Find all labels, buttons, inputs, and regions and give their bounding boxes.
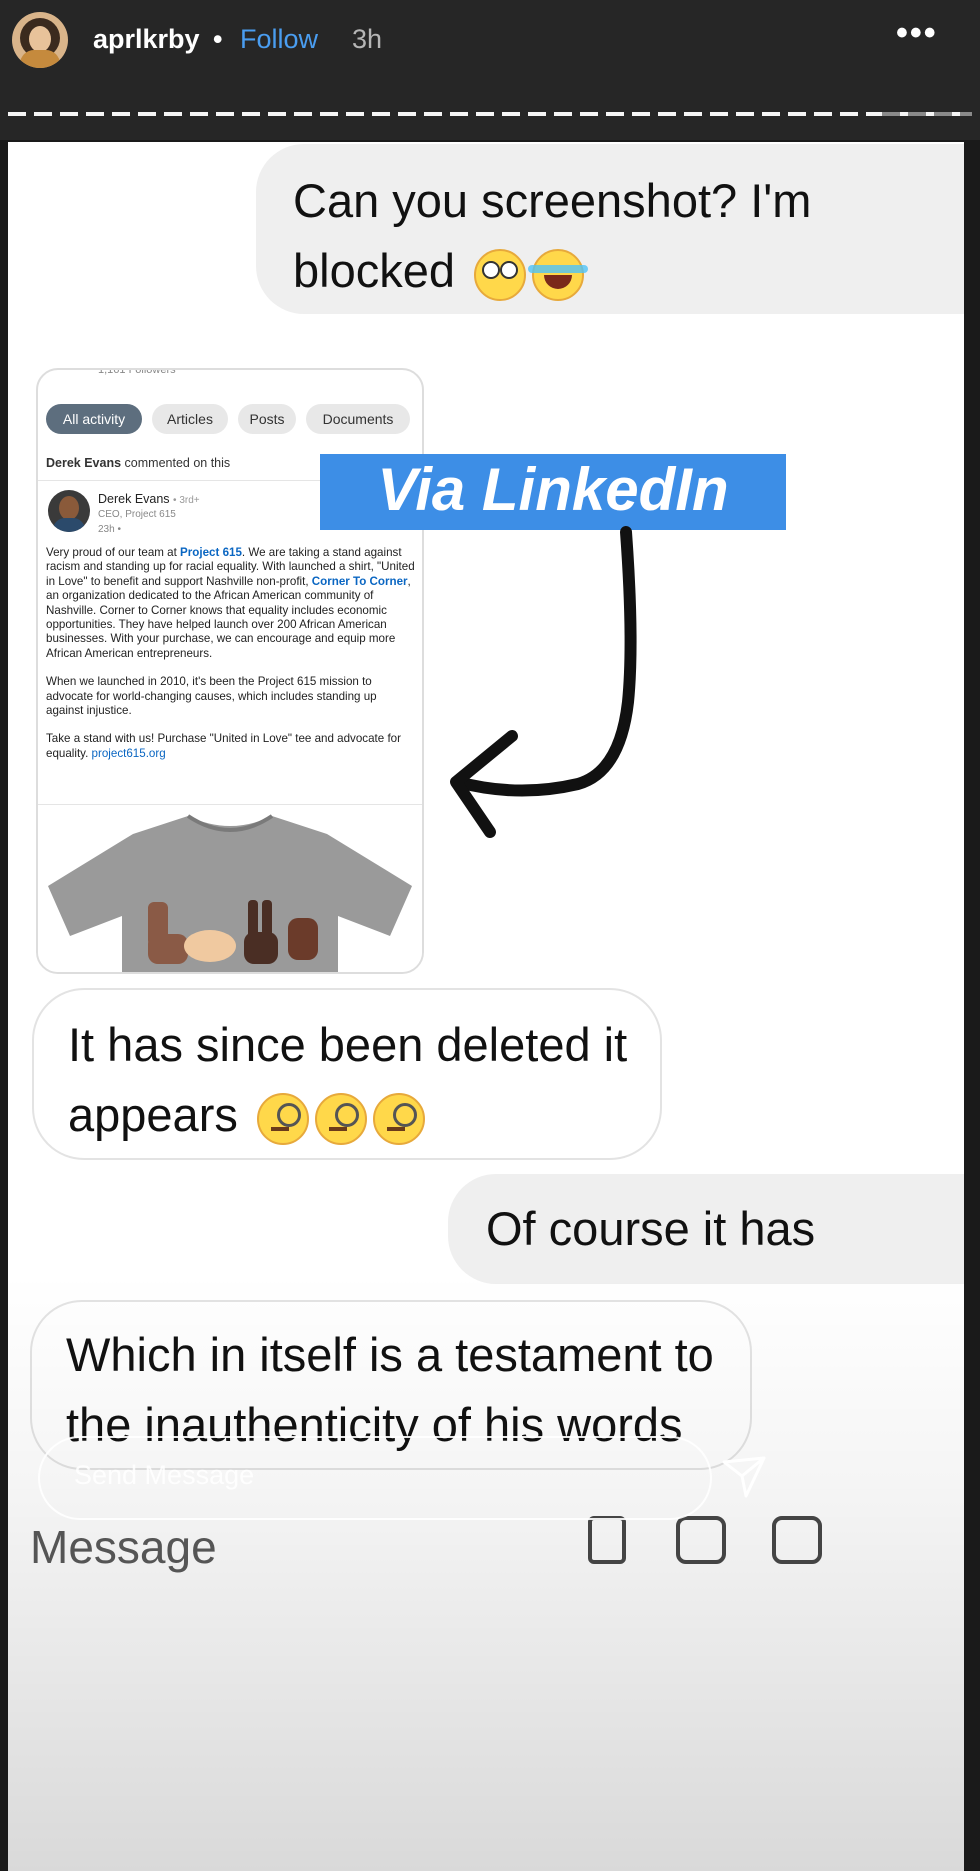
arrow-icon: [450, 526, 637, 838]
tab-articles[interactable]: Articles: [152, 404, 228, 434]
activity-author: Derek Evans: [46, 456, 122, 470]
username[interactable]: aprlkrby: [93, 24, 200, 55]
sticker-icon: [772, 1516, 822, 1564]
author-name: Derek Evans: [98, 492, 170, 506]
post-age: 23h •: [98, 524, 121, 535]
user-avatar[interactable]: [12, 12, 68, 68]
monocle-emoji-icon: [372, 1092, 425, 1145]
story-progress-bar: [8, 112, 972, 116]
tab-documents[interactable]: Documents: [306, 404, 410, 434]
message-text: It has since been deleted it appears: [68, 1010, 628, 1150]
microphone-icon: [588, 1516, 626, 1564]
story-header: aprlkrby • Follow 3h •••: [0, 0, 980, 140]
message-3-text: Of course it has: [486, 1202, 816, 1255]
send-icon[interactable]: [720, 1452, 768, 1500]
monocle-emoji-icon: [256, 1092, 309, 1145]
author-avatar: [48, 490, 90, 532]
tears-of-joy-emoji-icon: [528, 248, 589, 301]
connection-degree: • 3rd+: [173, 495, 200, 506]
more-options-icon[interactable]: •••: [896, 14, 938, 53]
author-line: Derek Evans • 3rd+: [98, 492, 200, 506]
gallery-icon: [676, 1516, 726, 1564]
monocle-emoji-icon: [314, 1092, 367, 1145]
project615-link[interactable]: Project 615: [180, 546, 242, 559]
separator-dot: •: [213, 24, 223, 54]
post-paragraph-3: Take a stand with us! Purchase "United i…: [46, 732, 401, 760]
rolling-eyes-emoji-icon: [474, 248, 527, 301]
chat-screenshot: Can you screenshot? I'm blocked ❤ 1,161 …: [8, 142, 964, 1871]
post-body: Very proud of our team at Project 615. W…: [46, 546, 416, 775]
message-text: Can you screenshot? I'm blocked: [293, 166, 813, 306]
post-paragraph-2: When we launched in 2010, it's been the …: [46, 675, 377, 718]
activity-action: commented on this: [124, 456, 231, 470]
send-message-placeholder: Send Message: [74, 1460, 255, 1490]
underlying-message-label: Message: [30, 1521, 217, 1573]
follow-button[interactable]: Follow: [240, 24, 318, 55]
tab-all-activity[interactable]: All activity: [46, 404, 142, 434]
tab-posts[interactable]: Posts: [238, 404, 296, 434]
author-title: CEO, Project 615: [98, 509, 176, 520]
post-time: 3h: [352, 24, 383, 54]
followers-count: 1,161 Followers: [98, 368, 176, 376]
corner-to-corner-link[interactable]: Corner To Corner: [312, 575, 408, 588]
via-linkedin-text: Via LinkedIn: [377, 456, 729, 523]
website-link[interactable]: project615.org: [92, 747, 166, 760]
divider: [38, 804, 422, 805]
tshirt-image: [38, 806, 422, 972]
activity-line: Derek Evans commented on this: [46, 456, 230, 470]
post-paragraph-1: Very proud of our team at Project 615. W…: [46, 546, 415, 660]
